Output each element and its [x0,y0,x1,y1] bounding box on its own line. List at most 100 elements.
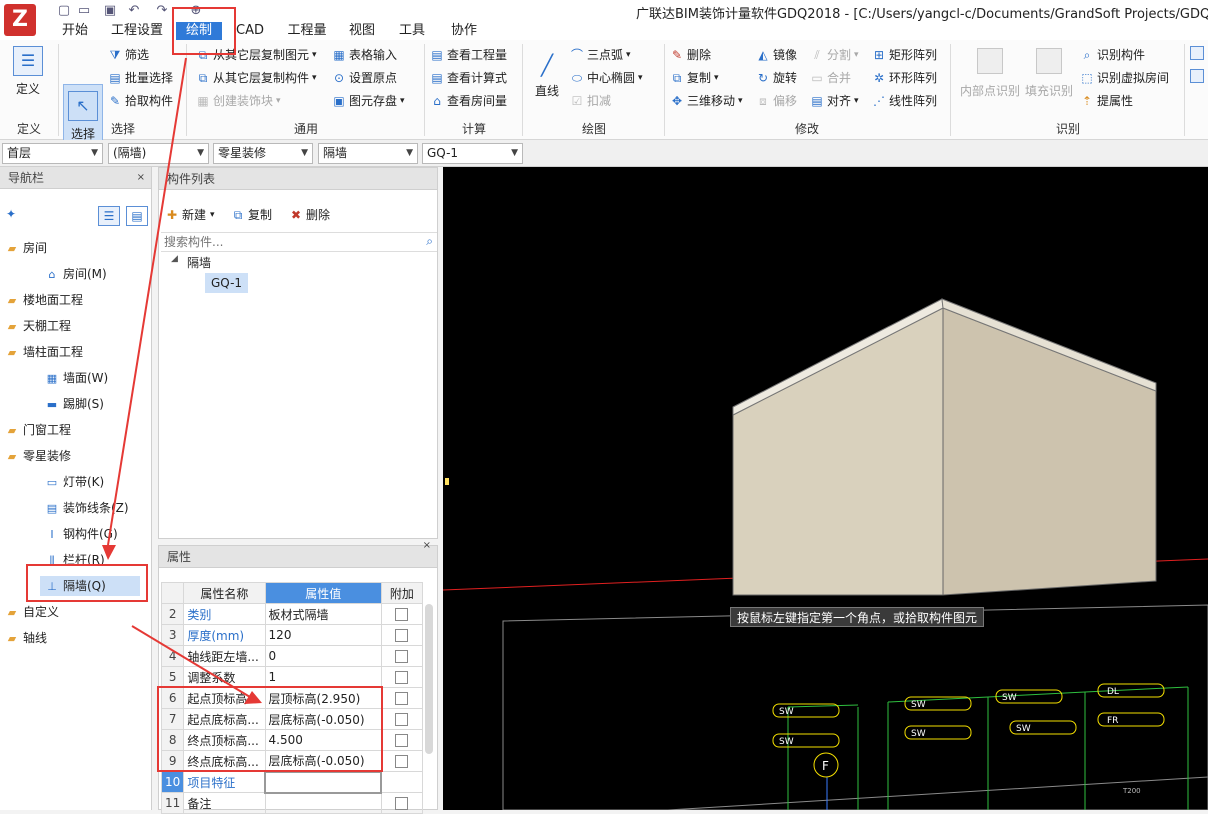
extra-checkbox[interactable] [395,734,409,747]
property-value[interactable]: 120 [264,624,382,646]
scrollbar[interactable] [425,604,433,754]
split-button[interactable]: ⫽ 分割 ▾ [810,46,858,64]
tree-item-gq1[interactable]: GQ-1 [205,273,249,293]
save-icon[interactable]: ▣ [102,3,118,19]
pick-component-button[interactable]: ✎ 拾取构件 [108,92,173,110]
recognize-component-button[interactable]: ⌕ 识别构件 [1080,46,1145,64]
tab-tools[interactable]: 工具 [394,22,430,40]
three-point-arc-button[interactable]: ⌒ 三点弧 ▾ [570,46,631,64]
category-select[interactable]: 零星装修 ▼ [213,143,313,164]
app-logo[interactable]: Z [4,4,36,36]
table-row[interactable]: 3 厚度(mm) 120 [160,624,424,646]
partition-wall-right-face[interactable] [942,307,1157,596]
filter-button[interactable]: ⧩ 筛选 [108,46,149,64]
table-row[interactable]: 11 备注 [160,792,424,814]
collapse-icon[interactable]: ◢ [171,254,178,264]
overflow-icon[interactable] [1190,69,1204,83]
nav-item[interactable]: ▰ 自定义 [4,602,59,622]
nav-item[interactable]: ▰ 楼地面工程 [4,290,83,310]
linear-array-button[interactable]: ⋰ 线性阵列 [872,92,937,110]
align-button[interactable]: ▤ 对齐 ▾ [810,92,858,110]
mirror-button[interactable]: ◭ 镜像 [756,46,797,64]
nav-item[interactable]: ▤ 装饰线条(Z) [44,498,129,518]
interior-point-recognize-button[interactable]: 内部点识别 [958,48,1022,99]
delete-button[interactable]: ✎ 删除 [670,46,711,64]
create-decor-block-button[interactable]: ▦ 创建装饰块 ▾ [196,92,280,110]
tab-view[interactable]: 视图 [344,22,380,40]
table-row[interactable]: 10 项目特征 [160,770,424,794]
rotate-button[interactable]: ↻ 旋转 [756,69,797,87]
copy-button[interactable]: ⧉ 复制 ▾ [670,69,719,87]
fill-recognize-button[interactable]: 填充识别 [1022,48,1076,99]
table-row[interactable]: 4 轴线距左墙... 0 [160,645,424,667]
component-type-select[interactable]: 隔墙 ▼ [318,143,418,164]
tab-start[interactable]: 开始 [54,22,96,40]
move-3d-button[interactable]: ✥ 三维移动 ▾ [670,92,743,110]
tab-project-settings[interactable]: 工程设置 [108,22,166,40]
new-icon[interactable]: ▢ [56,3,72,19]
nav-item[interactable]: ▰ 轴线 [4,628,47,648]
view-quantity-button[interactable]: ▤ 查看工程量 [430,46,507,64]
tree-root-label[interactable]: 隔墙 [187,254,211,271]
partition-wall-left-face[interactable] [732,307,944,596]
nav-item[interactable]: ▰ 房间 [4,238,47,258]
drawing-canvas[interactable]: SW SW SW SW SW SW DL FR F T200 [443,167,1208,810]
new-button[interactable]: ✚ 新建 ▾ [165,206,215,224]
offset-button[interactable]: ⧈ 偏移 [756,92,797,110]
define-button[interactable]: ☰ 定义 [6,46,50,97]
component-select[interactable]: GQ-1 ▼ [422,143,523,164]
property-value[interactable] [264,770,383,794]
property-value[interactable]: 0 [264,645,382,667]
nav-item[interactable]: ⌂ 房间(M) [44,264,107,284]
tile-view-icon[interactable]: ▤ [126,206,148,226]
batch-select-button[interactable]: ▤ 批量选择 [108,69,173,87]
merge-button[interactable]: ▭ 合并 [810,69,851,87]
property-value[interactable]: 板材式隔墙 [264,603,382,625]
tab-collaborate[interactable]: 协作 [446,22,482,40]
nav-item[interactable]: ▭ 灯带(K) [44,472,104,492]
search-input[interactable] [161,233,411,251]
table-row[interactable]: 2 类别 板材式隔墙 [160,603,424,625]
deduct-checkbox[interactable]: ☑ 扣减 [570,92,611,110]
view-formula-button[interactable]: ▤ 查看计算式 [430,69,507,87]
copy-button[interactable]: ⧉ 复制 [231,206,272,224]
extract-attributes-button[interactable]: ⇡ 提属性 [1080,92,1133,110]
extra-checkbox[interactable] [395,671,409,684]
nav-item[interactable]: ▰ 门窗工程 [4,420,71,440]
table-input-button[interactable]: ▦ 表格输入 [332,46,397,64]
expand-icon[interactable]: ✦ [6,207,16,221]
element-store-button[interactable]: ▣ 图元存盘 ▾ [332,92,404,110]
extra-checkbox[interactable] [395,629,409,642]
center-ellipse-button[interactable]: ⬭ 中心椭圆 ▾ [570,69,643,87]
type-select[interactable]: (隔墙) ▼ [108,143,209,164]
nav-item[interactable]: ▰ 天棚工程 [4,316,71,336]
circular-array-button[interactable]: ✲ 环形阵列 [872,69,937,87]
recognize-virtual-room-button[interactable]: ⬚ 识别虚拟房间 [1080,69,1169,87]
copy-from-floor-components-button[interactable]: ⧉ 从其它层复制构件 ▾ [196,69,317,87]
line-button[interactable]: ╱ 直线 [528,48,566,99]
delete-button[interactable]: ✖ 删除 [289,206,330,224]
nav-item[interactable]: ▰ 墙柱面工程 [4,342,83,362]
overflow-icon[interactable] [1190,46,1204,60]
close-icon[interactable]: × [423,540,431,552]
extra-checkbox[interactable] [395,608,409,621]
nav-item[interactable]: ▦ 墙面(W) [44,368,108,388]
nav-item[interactable]: ▰ 零星装修 [4,446,71,466]
floor-select[interactable]: 首层 ▼ [2,143,103,164]
extra-checkbox[interactable] [395,692,409,705]
view-room-quantity-button[interactable]: ⌂ 查看房间量 [430,92,507,110]
extra-checkbox[interactable] [395,713,409,726]
tab-cad[interactable]: CAD [230,22,270,40]
set-origin-button[interactable]: ⊙ 设置原点 [332,69,397,87]
property-value[interactable] [264,792,382,814]
list-view-icon[interactable]: ☰ [98,206,120,226]
extra-checkbox[interactable] [395,650,409,663]
rect-array-button[interactable]: ⊞ 矩形阵列 [872,46,937,64]
search-icon[interactable]: ⌕ [426,234,433,249]
tab-quantity[interactable]: 工程量 [282,22,332,40]
nav-item[interactable]: Ⅰ 钢构件(G) [44,524,117,544]
undo-icon[interactable]: ↶ [126,3,142,19]
nav-item[interactable]: ▬ 踢脚(S) [44,394,104,414]
extra-checkbox[interactable] [395,755,409,768]
close-icon[interactable]: × [137,167,145,189]
